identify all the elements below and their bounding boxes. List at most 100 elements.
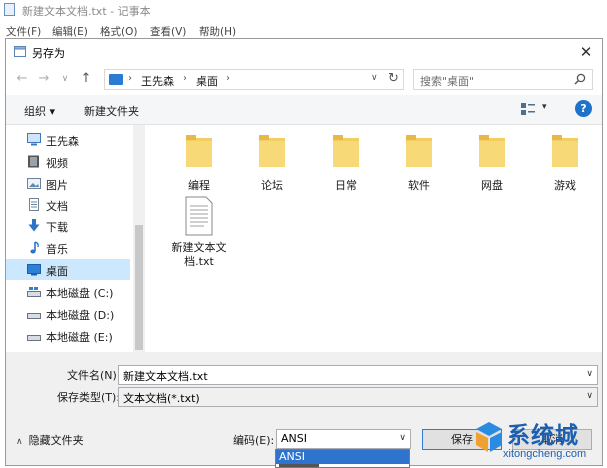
navigation-scrollbar[interactable]	[133, 125, 145, 352]
dialog-title: 另存为	[32, 47, 65, 60]
filetype-label: 保存类型(T):	[57, 391, 121, 404]
pictures-icon	[27, 178, 41, 189]
organize-button[interactable]: 组织 ▾	[24, 103, 55, 119]
file-label: 编程	[188, 179, 210, 192]
filename-value: 新建文本文档.txt	[123, 370, 208, 383]
scrollbar-thumb[interactable]	[135, 225, 143, 350]
save-as-dialog: 另存为 ✕ ← → ∨ ↑ › 王先森 › 桌面 › ∨ ↻ 搜索"桌面" 组织…	[5, 38, 603, 466]
download-icon	[28, 219, 40, 232]
folder-icon	[479, 135, 505, 167]
nav-item-drive-d[interactable]: 本地磁盘 (D:)	[6, 303, 130, 324]
help-icon[interactable]: ?	[575, 100, 592, 117]
close-icon: ✕	[579, 43, 593, 61]
nav-item-videos[interactable]: 视频	[6, 151, 130, 172]
new-folder-button[interactable]: 新建文件夹	[84, 103, 139, 119]
watermark-logo-icon	[476, 422, 502, 452]
nav-item-desktop[interactable]: 桌面	[6, 259, 130, 280]
menu-view[interactable]: 查看(V)	[150, 24, 186, 39]
filename-label: 文件名(N):	[67, 369, 121, 382]
nav-label: 王先森	[46, 135, 79, 148]
menu-file[interactable]: 文件(F)	[6, 24, 41, 39]
nav-item-this-pc[interactable]: 王先森	[6, 129, 130, 150]
computer-icon	[27, 133, 41, 146]
breadcrumb-separator: ›	[128, 73, 132, 84]
dialog-titlebar: 另存为 ✕	[6, 39, 602, 65]
encoding-option-ansi[interactable]: ANSI	[276, 450, 409, 464]
notepad-menubar: 文件(F) 编辑(E) 格式(O) 查看(V) 帮助(H)	[0, 21, 607, 39]
breadcrumb-separator: ›	[183, 73, 187, 84]
breadcrumb-desktop[interactable]: 桌面	[196, 73, 218, 89]
menu-edit[interactable]: 编辑(E)	[52, 24, 88, 39]
nav-item-drive-e[interactable]: 本地磁盘 (E:)	[6, 325, 130, 346]
menu-help[interactable]: 帮助(H)	[199, 24, 236, 39]
notepad-icon	[4, 3, 15, 16]
encoding-option-partial[interactable]	[279, 464, 319, 467]
file-item-folder[interactable]: 游戏	[530, 135, 600, 193]
hide-folders-toggle[interactable]: ∧ 隐藏文件夹	[16, 432, 84, 448]
nav-label: 视频	[46, 157, 68, 170]
address-row: ← → ∨ ↑ › 王先森 › 桌面 › ∨ ↻ 搜索"桌面"	[6, 65, 602, 95]
view-options-icon[interactable]	[520, 102, 536, 116]
file-item-text-file[interactable]: 新建文本文 档.txt	[164, 196, 234, 269]
video-icon	[28, 155, 39, 168]
chevron-down-icon[interactable]: ∨	[586, 369, 593, 379]
file-label: 网盘	[481, 179, 503, 192]
file-item-folder[interactable]: 软件	[384, 135, 454, 193]
nav-item-pictures[interactable]: 图片	[6, 173, 130, 194]
file-label-line: 新建文本文	[171, 241, 227, 254]
close-button[interactable]: ✕	[574, 41, 598, 63]
search-placeholder: 搜索"桌面"	[420, 75, 475, 88]
encoding-select[interactable]: ANSI ∨	[276, 429, 411, 449]
folder-icon	[186, 135, 212, 167]
nav-label: 文档	[46, 200, 68, 213]
drive-icon	[27, 287, 41, 297]
chevron-up-icon: ∧	[16, 437, 23, 447]
save-dialog-icon	[14, 46, 26, 57]
file-label: 新建文本文 档.txt	[164, 241, 234, 269]
file-item-folder[interactable]: 日常	[311, 135, 381, 193]
file-label: 软件	[408, 179, 430, 192]
recent-locations-button[interactable]: ∨	[57, 71, 73, 87]
menu-format[interactable]: 格式(O)	[100, 24, 137, 39]
file-list: 编程 论坛 日常 软件 网盘 游戏 新建文本文 档.txt	[145, 125, 602, 352]
up-button[interactable]: ↑	[78, 71, 94, 87]
file-label: 游戏	[554, 179, 576, 192]
chevron-down-icon[interactable]: ∨	[399, 433, 406, 443]
toolbar: 组织 ▾ 新建文件夹 ▾ ?	[6, 95, 602, 125]
filetype-value: 文本文档(*.txt)	[123, 392, 200, 405]
file-item-folder[interactable]: 编程	[164, 135, 234, 193]
filename-field[interactable]: 新建文本文档.txt ∨	[118, 365, 598, 385]
refresh-icon[interactable]: ↻	[388, 71, 399, 86]
encoding-label: 编码(E):	[233, 434, 275, 447]
nav-item-downloads[interactable]: 下载	[6, 215, 130, 236]
nav-label: 音乐	[46, 243, 68, 256]
view-dropdown-icon[interactable]: ▾	[542, 102, 547, 112]
folder-icon	[333, 135, 359, 167]
nav-item-documents[interactable]: 文档	[6, 194, 130, 215]
back-button[interactable]: ←	[14, 71, 30, 87]
file-item-folder[interactable]: 论坛	[237, 135, 307, 193]
nav-item-drive-c[interactable]: 本地磁盘 (C:)	[6, 281, 130, 302]
notepad-titlebar: 新建文本文档.txt - 记事本	[0, 0, 607, 20]
folder-icon	[552, 135, 578, 167]
computer-icon	[109, 74, 123, 85]
nav-label: 本地磁盘 (E:)	[46, 331, 113, 344]
navigation-pane: 王先森 视频 图片 文档 下载 音乐 桌面 本地磁盘 (C:) 本地磁盘 (D:…	[6, 125, 133, 352]
nav-item-music[interactable]: 音乐	[6, 237, 130, 258]
search-icon[interactable]	[574, 73, 586, 85]
forward-button[interactable]: →	[36, 71, 52, 87]
file-label: 论坛	[261, 179, 283, 192]
file-item-folder[interactable]: 网盘	[457, 135, 527, 193]
file-label: 日常	[335, 179, 357, 192]
filetype-select[interactable]: 文本文档(*.txt) ∨	[118, 387, 598, 407]
address-dropdown-icon[interactable]: ∨	[371, 73, 378, 83]
search-input[interactable]: 搜索"桌面"	[413, 69, 593, 90]
nav-label: 下载	[46, 221, 68, 234]
breadcrumb-user[interactable]: 王先森	[141, 73, 174, 89]
address-bar[interactable]: › 王先森 › 桌面 › ∨ ↻	[104, 69, 404, 90]
notepad-title: 新建文本文档.txt - 记事本	[22, 5, 151, 18]
documents-icon	[29, 198, 39, 211]
folder-icon	[406, 135, 432, 167]
watermark-text: 系统城	[507, 423, 579, 449]
chevron-down-icon[interactable]: ∨	[586, 391, 593, 401]
